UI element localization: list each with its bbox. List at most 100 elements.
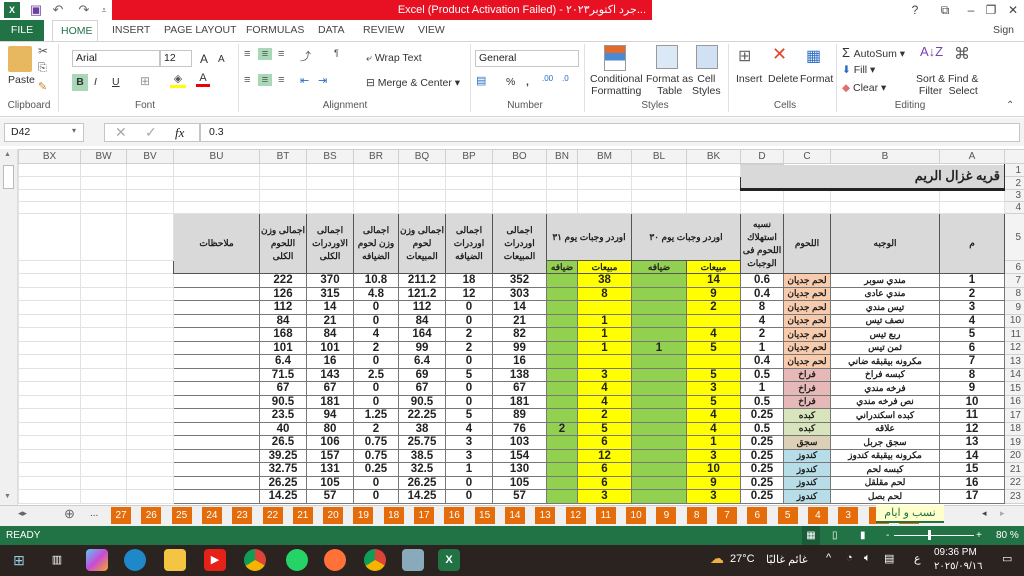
zoom-out-icon[interactable]: - [886,526,889,545]
cell[interactable] [80,489,127,504]
cell[interactable] [398,189,446,202]
increase-decimal-icon[interactable]: .00 [542,74,553,83]
underline-button[interactable]: U [112,76,120,88]
cell-c[interactable]: كندوز [783,489,831,504]
tab-formulas[interactable]: FORMULAS [238,20,312,41]
cell-bl[interactable] [631,313,687,328]
cell-d[interactable]: 0.25 [740,448,784,463]
row-header[interactable]: 5 [1004,213,1024,261]
zoom-in-icon[interactable]: + [976,526,982,545]
cell-br[interactable]: 1.25 [353,408,399,423]
sheet-tab[interactable]: 20 [323,507,344,524]
cell[interactable] [173,163,260,177]
cell-br[interactable]: 0 [353,489,399,504]
cell[interactable] [80,201,127,214]
cell[interactable] [126,475,174,490]
cell-bo[interactable]: 352 [492,273,547,288]
cell-bt[interactable]: 71.5 [259,367,307,382]
sheet-tab[interactable]: 17 [414,507,434,524]
top-align-icon[interactable]: ≡ [244,48,250,60]
cell[interactable] [126,462,174,477]
tab-review[interactable]: REVIEW [355,20,412,41]
cell[interactable] [18,163,81,177]
cell-bn[interactable] [546,462,578,477]
normal-view-icon[interactable]: ▦ [802,526,820,545]
cell-bt[interactable]: 222 [259,273,307,288]
cell[interactable] [80,408,127,423]
cell[interactable] [126,189,174,202]
cell-bm[interactable]: 3 [577,489,632,504]
cell-bl[interactable] [631,435,687,450]
cell[interactable] [80,354,127,369]
cell[interactable] [80,189,127,202]
cell[interactable] [306,201,354,214]
fill-button[interactable]: ⬇ Fill ▾ [842,64,875,76]
cell-b[interactable]: نصف تيس [830,313,940,328]
bold-button[interactable]: B [72,74,88,91]
sheet-tab[interactable]: 6 [747,507,768,524]
sheet-tab[interactable]: 13 [535,507,556,524]
hospitality-weight-header[interactable]: اجمالى وزن لحوم الضيافه [353,213,399,274]
cell[interactable] [492,163,547,177]
fill-color-icon[interactable]: ◈ [170,72,186,88]
cell[interactable] [80,273,127,288]
copilot-icon[interactable] [86,549,108,571]
cell[interactable] [126,201,174,214]
cell[interactable] [445,163,493,177]
notes-cell[interactable] [173,394,260,409]
merge-center-button[interactable]: ⊟ Merge & Center ▾ [366,77,460,89]
column-header-bn[interactable]: BN [546,149,578,164]
scroll-tabs-right-icon[interactable]: ▸ [1000,508,1005,519]
binoculars-icon[interactable]: ⌘ [954,44,970,64]
cell-bp[interactable]: 3 [445,448,493,463]
notes-cell[interactable] [173,354,260,369]
tab-home[interactable]: HOME [52,20,98,41]
cell-d[interactable]: 8 [740,300,784,315]
cell-b[interactable]: كبسه فراخ [830,367,940,382]
cell-bn[interactable] [546,448,578,463]
undo-icon[interactable]: ↶ [50,2,66,18]
cell-c[interactable]: لحم جديان [783,286,831,301]
column-header-bq[interactable]: BQ [398,149,446,164]
cell-bn[interactable] [546,435,578,450]
firefox-icon[interactable] [324,549,346,571]
cell-bt[interactable]: 40 [259,421,307,436]
cell[interactable] [126,260,174,274]
cell-c[interactable]: كبده [783,421,831,436]
number-header[interactable]: م [939,213,1005,274]
cell-b[interactable]: علاقه [830,421,940,436]
cell-bq[interactable]: 22.25 [398,408,446,423]
sales-orders-header[interactable]: اجمالى اوردرات المبيعات [492,213,547,274]
cell-a[interactable]: 6 [939,340,1005,355]
clock-time[interactable]: 09:36 PM [934,547,977,558]
sheet-tab[interactable]: 21 [292,507,313,524]
collapse-ribbon-icon[interactable]: ⌃ [1006,100,1014,111]
cell-c[interactable]: كندوز [783,448,831,463]
row-header[interactable]: 18 [1004,421,1024,436]
cell-bp[interactable]: 4 [445,421,493,436]
cell-a[interactable]: 4 [939,313,1005,328]
cell-bo[interactable]: 99 [492,340,547,355]
sheet-tab[interactable]: 15 [474,507,495,524]
sheet-tab[interactable]: 11 [595,507,616,524]
sheet-tab[interactable]: 3 [838,507,859,524]
cell-bl[interactable] [631,381,687,396]
cell-c[interactable]: فراخ [783,394,831,409]
cell[interactable] [126,408,174,423]
cell-bl[interactable] [631,421,687,436]
cell-bm[interactable]: 2 [577,408,632,423]
row-header[interactable]: 10 [1004,313,1024,328]
cell[interactable] [939,189,1005,202]
cell[interactable] [259,176,307,190]
cell[interactable] [80,421,127,436]
wrap-text-button[interactable]: ⤶ Wrap Text [366,52,422,65]
column-header-b[interactable]: B [830,149,940,164]
chrome-icon[interactable] [244,549,266,571]
excel-taskbar-icon[interactable]: X [438,549,460,571]
tab-scroll-icon[interactable]: ◂▸ [18,508,27,519]
cell[interactable] [126,286,174,301]
cell-bl[interactable] [631,462,687,477]
cell[interactable] [18,489,81,504]
cell[interactable] [18,448,81,463]
cell-b[interactable]: ربع تيس [830,327,940,342]
